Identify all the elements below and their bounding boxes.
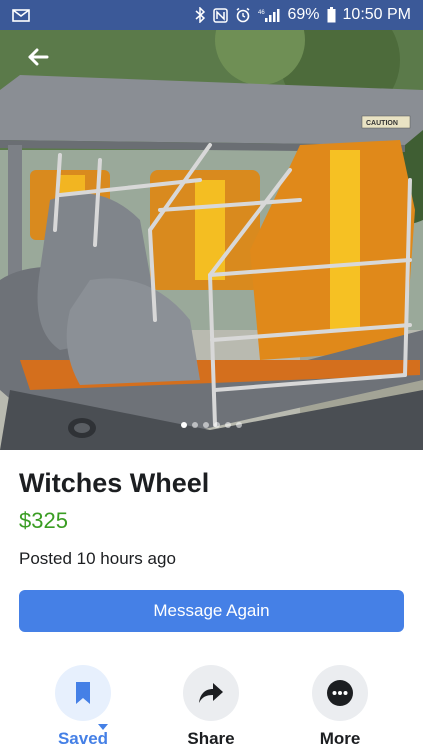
share-button[interactable]: Share: [166, 665, 256, 749]
more-button[interactable]: More: [295, 665, 385, 749]
caution-label: CAUTION: [366, 120, 398, 127]
more-dots-icon: [327, 680, 353, 706]
action-row: Saved Share More: [0, 665, 423, 750]
share-label: Share: [187, 729, 235, 748]
alarm-icon: [235, 6, 251, 24]
svg-text:46: 46: [258, 10, 265, 16]
battery-percent: 69%: [287, 6, 320, 23]
share-circle: [183, 665, 239, 721]
back-arrow-icon: [28, 48, 49, 66]
more-label: More: [319, 729, 361, 748]
back-button[interactable]: [22, 44, 54, 70]
bluetooth-icon: [195, 6, 206, 24]
envelope-icon: [12, 6, 30, 24]
pagination-dot[interactable]: [225, 422, 231, 428]
bookmark-icon: [76, 682, 90, 704]
signal-icon: 46: [258, 6, 280, 24]
pagination-dot[interactable]: [236, 422, 242, 428]
pagination-dot[interactable]: [214, 422, 220, 428]
battery-icon: [327, 6, 336, 24]
ride-car-image: CAUTION: [0, 30, 423, 450]
saved-label: Saved: [57, 729, 109, 748]
saved-circle: [55, 665, 111, 721]
listing-title: Witches Wheel: [19, 468, 210, 498]
nfc-icon: [213, 6, 229, 24]
posted-time: Posted 10 hours ago: [19, 549, 176, 568]
share-arrow-icon: [199, 683, 223, 703]
more-circle: [312, 665, 368, 721]
saved-button[interactable]: Saved: [38, 665, 128, 749]
listing-photo[interactable]: CAUTION: [0, 30, 423, 450]
pagination-dot[interactable]: [192, 422, 198, 428]
listing-price: $325: [19, 508, 68, 533]
pagination-dot[interactable]: [203, 422, 209, 428]
pagination-dot[interactable]: [181, 422, 187, 428]
status-bar: 46 69% 10:50 PM: [0, 0, 423, 30]
caret-down-icon: [98, 724, 108, 730]
clock-time: 10:50 PM: [342, 6, 411, 23]
photo-pagination-dots[interactable]: [0, 422, 423, 428]
message-again-button[interactable]: Message Again: [19, 590, 404, 632]
